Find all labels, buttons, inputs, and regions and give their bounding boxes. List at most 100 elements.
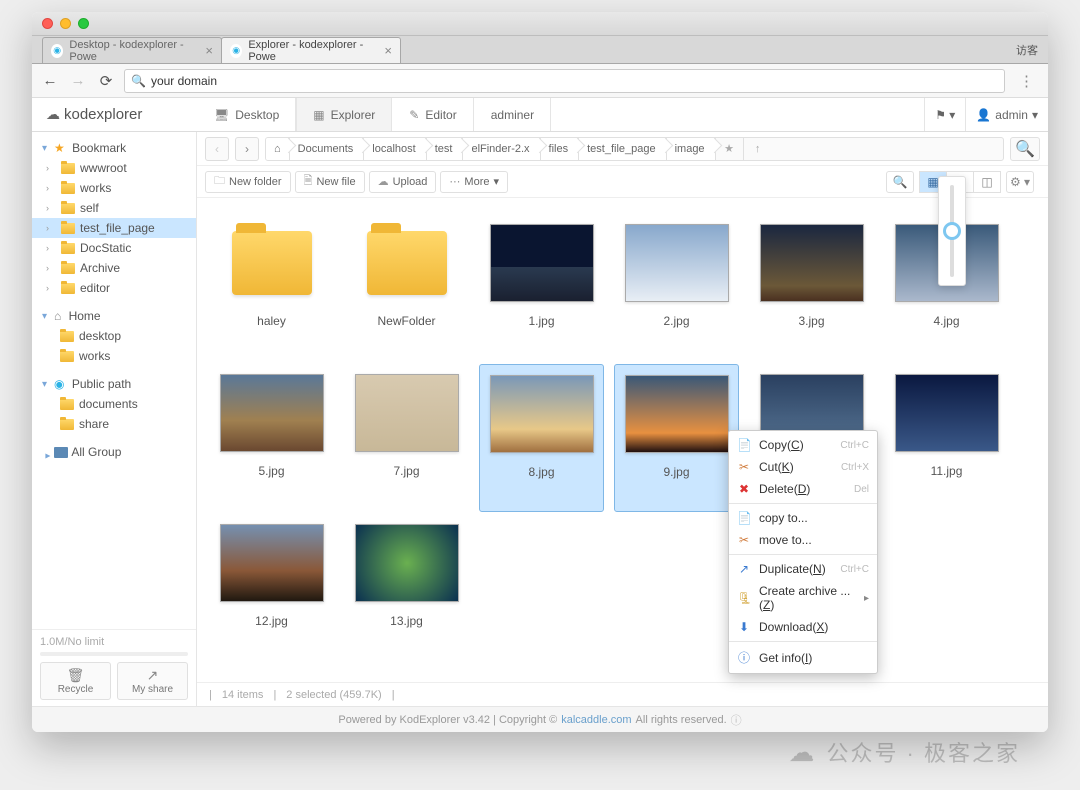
sidebar-item-DocStatic[interactable]: ›DocStatic <box>32 238 196 258</box>
sidebar-item-works[interactable]: works <box>32 346 196 366</box>
browser-tab-1[interactable]: ◉ Desktop - kodexplorer - Powe × <box>42 37 222 63</box>
crumb-elFinder-2.x[interactable]: elFinder-2.x <box>463 138 540 160</box>
settings-button[interactable]: ⚙ ▾ <box>1006 171 1034 193</box>
myshare-button[interactable]: ↗My share <box>117 662 188 700</box>
upload-button[interactable]: ☁Upload <box>369 171 437 193</box>
chevron-right-icon: › <box>46 283 56 293</box>
file-item-12.jpg[interactable]: 12.jpg <box>209 514 334 662</box>
file-item-7.jpg[interactable]: 7.jpg <box>344 364 469 512</box>
sidebar-allgroup-header[interactable]: ▾ All Group <box>32 442 196 462</box>
tab-adminer[interactable]: adminer <box>474 98 551 131</box>
close-tab-icon[interactable]: × <box>205 43 213 58</box>
more-button[interactable]: ⋯More ▾ <box>440 171 508 193</box>
view-split-button[interactable]: ◫ <box>973 171 1001 193</box>
nav-back-button[interactable]: ‹ <box>205 137 229 161</box>
status-count: 14 items <box>222 689 264 701</box>
file-item-5.jpg[interactable]: 5.jpg <box>209 364 334 512</box>
sidebar-item-desktop[interactable]: desktop <box>32 326 196 346</box>
maximize-window-button[interactable] <box>78 18 89 29</box>
tab-explorer[interactable]: ▦Explorer <box>296 98 392 131</box>
ctx-copy[interactable]: 📄Copy(C)Ctrl+C <box>729 434 877 456</box>
chevron-right-icon: ▸ <box>864 593 869 604</box>
tab-desktop[interactable]: 🖥Desktop <box>197 98 296 131</box>
sidebar-bookmark-header[interactable]: ▾★ Bookmark <box>32 138 196 158</box>
tab-title: Explorer - kodexplorer - Powe <box>248 39 376 63</box>
file-item-11.jpg[interactable]: 11.jpg <box>884 364 1009 512</box>
app-footer: Powered by KodExplorer v3.42 | Copyright… <box>32 706 1048 732</box>
crumb-Documents[interactable]: Documents <box>290 138 365 160</box>
traffic-lights <box>42 18 89 29</box>
zoom-handle[interactable] <box>943 222 961 240</box>
flag-button[interactable]: ⚑ ▾ <box>924 98 965 131</box>
crumb-files[interactable]: files <box>541 138 580 160</box>
crumb-test_file_page[interactable]: test_file_page <box>579 138 667 160</box>
forward-button[interactable]: → <box>68 71 88 91</box>
sidebar-item-self[interactable]: ›self <box>32 198 196 218</box>
nav-forward-button[interactable]: › <box>235 137 259 161</box>
crumb-image[interactable]: image <box>667 138 716 160</box>
crumb-home[interactable]: ⌂ <box>266 138 290 160</box>
top-tabs: 🖥Desktop ▦Explorer ✎Editor adminer <box>197 98 551 131</box>
footer-link[interactable]: kalcaddle.com <box>561 714 631 726</box>
minimize-window-button[interactable] <box>60 18 71 29</box>
tab-editor[interactable]: ✎Editor <box>392 98 473 131</box>
file-grid[interactable]: haleyNewFolder1.jpg2.jpg3.jpg4.jpg5.jpg7… <box>197 198 1048 682</box>
newfolder-button[interactable]: 🗀New folder <box>205 171 291 193</box>
browser-menu-button[interactable]: ⋮ <box>1013 72 1040 90</box>
close-window-button[interactable] <box>42 18 53 29</box>
sidebar-public-header[interactable]: ▾◉ Public path <box>32 374 196 394</box>
sidebar-item-editor[interactable]: ›editor <box>32 278 196 298</box>
browser-tab-2[interactable]: ◉ Explorer - kodexplorer - Powe × <box>221 37 401 63</box>
ctx-create-archive-[interactable]: 🗜Create archive ...(Z)▸ <box>729 580 877 616</box>
sidebar-item-documents[interactable]: documents <box>32 394 196 414</box>
file-item-9.jpg[interactable]: 9.jpg <box>614 364 739 512</box>
ctx-move-to-[interactable]: ✂move to... <box>729 529 877 551</box>
url-text: your domain <box>151 74 217 88</box>
sidebar: ▾★ Bookmark ›wwwroot›works›self›test_fil… <box>32 132 197 706</box>
app-logo[interactable]: ☁ kodexplorer <box>32 106 197 123</box>
sidebar-item-share[interactable]: share <box>32 414 196 434</box>
guest-label[interactable]: 访客 <box>1016 42 1038 58</box>
sidebar-item-test_file_page[interactable]: ›test_file_page <box>32 218 196 238</box>
ctx-copy-to-[interactable]: 📄copy to... <box>729 507 877 529</box>
sidebar-item-wwwroot[interactable]: ›wwwroot <box>32 158 196 178</box>
zoom-track[interactable] <box>950 185 954 277</box>
file-label: 7.jpg <box>393 464 419 478</box>
ctx-duplicate[interactable]: ↗Duplicate(N)Ctrl+C <box>729 558 877 580</box>
file-item-13.jpg[interactable]: 13.jpg <box>344 514 469 662</box>
browser-window: ◉ Desktop - kodexplorer - Powe × ◉ Explo… <box>32 12 1048 732</box>
user-menu[interactable]: 👤admin ▾ <box>965 98 1048 131</box>
window-title-bar <box>32 12 1048 36</box>
close-tab-icon[interactable]: × <box>384 43 392 58</box>
crumb-star-button[interactable]: ★ <box>716 138 744 160</box>
file-item-3.jpg[interactable]: 3.jpg <box>749 214 874 362</box>
zoom-button[interactable]: 🔍 <box>886 171 914 193</box>
file-item-2.jpg[interactable]: 2.jpg <box>614 214 739 362</box>
file-item-8.jpg[interactable]: 8.jpg <box>479 364 604 512</box>
url-input[interactable]: 🔍 your domain <box>124 69 1005 93</box>
file-item-1.jpg[interactable]: 1.jpg <box>479 214 604 362</box>
ctx-get-info[interactable]: ⓘGet info(I) <box>729 645 877 670</box>
ctx-delete[interactable]: ✖Delete(D)Del <box>729 478 877 500</box>
search-button[interactable]: 🔍 <box>1010 137 1040 161</box>
ctx-cut[interactable]: ✂Cut(K)Ctrl+X <box>729 456 877 478</box>
sidebar-home-header[interactable]: ▾⌂ Home <box>32 306 196 326</box>
back-button[interactable]: ← <box>40 71 60 91</box>
crumb-localhost[interactable]: localhost <box>364 138 426 160</box>
newfile-button[interactable]: 🗎New file <box>295 171 365 193</box>
info-icon[interactable]: ⓘ <box>731 712 742 728</box>
chevron-right-icon: › <box>46 223 56 233</box>
reload-button[interactable]: ⟳ <box>96 71 116 91</box>
file-label: 5.jpg <box>258 464 284 478</box>
ctx-download[interactable]: ⬇Download(X) <box>729 616 877 638</box>
recycle-button[interactable]: 🗑Recycle <box>40 662 111 700</box>
sidebar-item-Archive[interactable]: ›Archive <box>32 258 196 278</box>
crumb-test[interactable]: test <box>427 138 464 160</box>
sidebar-item-works[interactable]: ›works <box>32 178 196 198</box>
file-item-NewFolder[interactable]: NewFolder <box>344 214 469 362</box>
zoom-slider-popover[interactable] <box>938 176 966 286</box>
file-item-haley[interactable]: haley <box>209 214 334 362</box>
folder-icon <box>61 223 75 234</box>
menu-icon: ↗ <box>737 562 751 576</box>
crumb-up-button[interactable]: ↑ <box>744 138 772 160</box>
